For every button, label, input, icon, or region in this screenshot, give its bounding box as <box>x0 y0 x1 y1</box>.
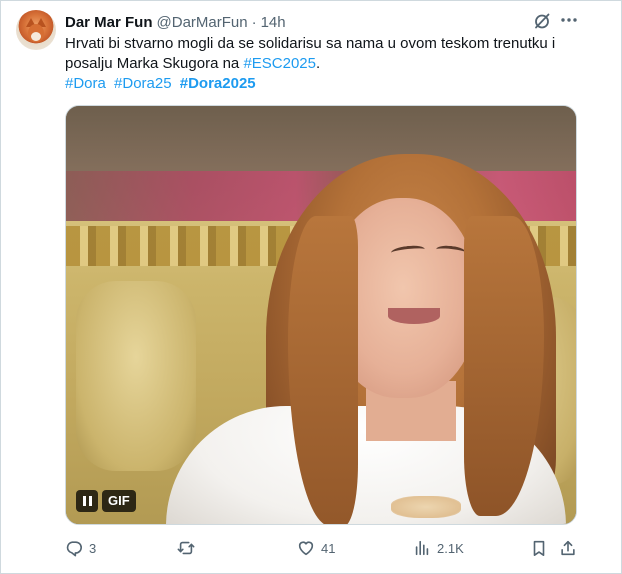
tweet-card[interactable]: Dar Mar Fun @DarMarFun · 14h Hrvati bi s… <box>0 0 622 574</box>
tweet-text-end: . <box>316 55 321 72</box>
like-button[interactable]: 41 <box>297 537 335 559</box>
grok-icon[interactable] <box>532 11 552 31</box>
hashtag-link[interactable]: #Dora <box>65 75 106 92</box>
retweet-button[interactable] <box>177 537 201 559</box>
pause-button[interactable] <box>76 490 98 512</box>
hashtag-link[interactable]: #Dora25 <box>114 75 172 92</box>
media-person-mouth <box>388 308 440 324</box>
reply-count: 3 <box>89 540 97 556</box>
handle[interactable]: @DarMarFun <box>157 14 248 31</box>
tweet-header: Dar Mar Fun @DarMarFun · 14h <box>65 12 286 32</box>
pause-icon-bar <box>82 496 86 506</box>
reply-icon <box>66 541 82 557</box>
action-bar: 3 41 2.1K <box>65 537 577 559</box>
media-shirt-print <box>391 496 461 518</box>
avatar-fox-muzzle <box>31 32 41 41</box>
gif-controls: GIF <box>76 490 136 512</box>
gif-badge: GIF <box>102 490 136 512</box>
share-icon <box>561 540 575 556</box>
hashtag-list: #Dora #Dora25 #Dora2025 <box>65 74 260 94</box>
gif-media[interactable]: GIF <box>65 105 577 525</box>
views-button[interactable]: 2.1K <box>413 537 464 559</box>
tweet-text: Hrvati bi stvarno mogli da se solidarisu… <box>65 34 605 74</box>
avatar[interactable] <box>16 10 56 50</box>
display-name[interactable]: Dar Mar Fun <box>65 14 153 31</box>
views-count: 2.1K <box>437 540 464 556</box>
reply-button[interactable]: 3 <box>65 537 96 559</box>
hashtag-link-highlighted[interactable]: #Dora2025 <box>180 75 256 92</box>
like-count: 41 <box>321 540 336 556</box>
share-button[interactable] <box>559 537 577 559</box>
more-options-icon[interactable] <box>559 10 579 32</box>
separator-dot: · <box>251 13 257 31</box>
bookmark-button[interactable] <box>530 537 548 559</box>
retweet-icon <box>177 541 195 555</box>
hashtag-link-esc2025[interactable]: #ESC2025 <box>243 55 316 72</box>
views-chart-icon <box>415 540 429 556</box>
heart-icon <box>298 541 314 556</box>
bookmark-icon <box>533 540 545 557</box>
media-cushion-left <box>76 281 196 471</box>
pause-icon-bar <box>88 496 92 506</box>
timestamp[interactable]: 14h <box>261 14 286 31</box>
